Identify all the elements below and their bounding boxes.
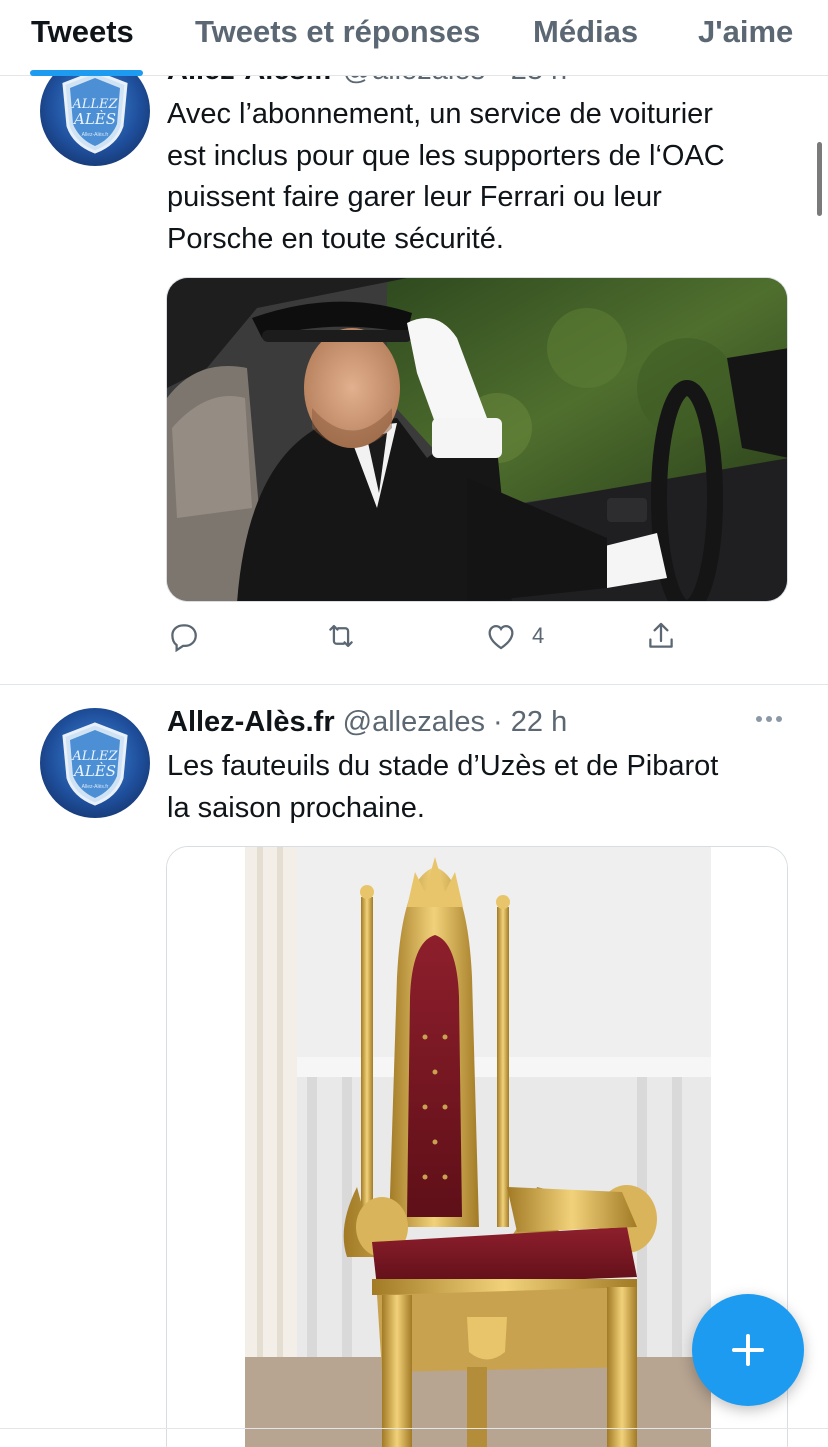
compose-plus-icon bbox=[732, 1334, 764, 1366]
tweet-media-chauffeur[interactable] bbox=[166, 277, 788, 602]
tab-tweets-and-replies[interactable]: Tweets et réponses bbox=[195, 14, 480, 50]
share-button[interactable] bbox=[644, 619, 678, 653]
compose-tweet-button[interactable] bbox=[692, 1294, 804, 1406]
tweet-header: Allez-Alès.fr @allezales · 22 h bbox=[167, 706, 567, 739]
active-tab-indicator bbox=[30, 70, 143, 76]
user-handle[interactable]: @allezales bbox=[343, 706, 485, 738]
display-name[interactable]: Allez-Alès.fr bbox=[167, 706, 335, 738]
reply-icon bbox=[171, 624, 197, 653]
tab-media[interactable]: Médias bbox=[533, 14, 638, 50]
retweet-icon bbox=[329, 624, 353, 648]
tweet-text: Avec l’abonnement, un service de voituri… bbox=[167, 98, 725, 255]
retweet-button[interactable] bbox=[324, 619, 358, 653]
scrollbar[interactable] bbox=[817, 142, 822, 216]
profile-avatar[interactable]: ALLEZ ALÈS Allez-Alès.fr bbox=[40, 708, 150, 818]
reply-button[interactable] bbox=[166, 619, 200, 653]
profile-tabs: Tweets Tweets et réponses Médias J'aime bbox=[0, 0, 828, 76]
tweet-time[interactable]: 22 h bbox=[511, 706, 567, 738]
separator-dot: · bbox=[493, 706, 503, 738]
svg-text:Allez-Alès.fr: Allez-Alès.fr bbox=[82, 784, 109, 790]
tab-likes[interactable]: J'aime bbox=[698, 14, 793, 50]
share-icon bbox=[649, 622, 673, 648]
tweet-text: Les fauteuils du stade d’Uzès et de Piba… bbox=[167, 750, 719, 824]
like-icon bbox=[488, 624, 514, 650]
like-button[interactable]: 4 bbox=[484, 619, 544, 653]
more-options-button[interactable] bbox=[754, 704, 784, 741]
tab-tweets[interactable]: Tweets bbox=[31, 14, 134, 50]
bottom-divider bbox=[0, 1428, 828, 1429]
svg-text:ALÈS: ALÈS bbox=[72, 110, 116, 128]
tweet-actions: 4 bbox=[166, 619, 706, 659]
svg-text:Allez-Alès.fr: Allez-Alès.fr bbox=[82, 132, 109, 138]
like-count: 4 bbox=[532, 623, 545, 648]
tweet-divider bbox=[0, 684, 828, 685]
more-icon bbox=[756, 716, 782, 722]
svg-text:ALÈS: ALÈS bbox=[72, 762, 116, 780]
tweet-feed: ALLEZ ALÈS Allez-Alès.fr Allez-Alès.fr @… bbox=[0, 0, 828, 1447]
